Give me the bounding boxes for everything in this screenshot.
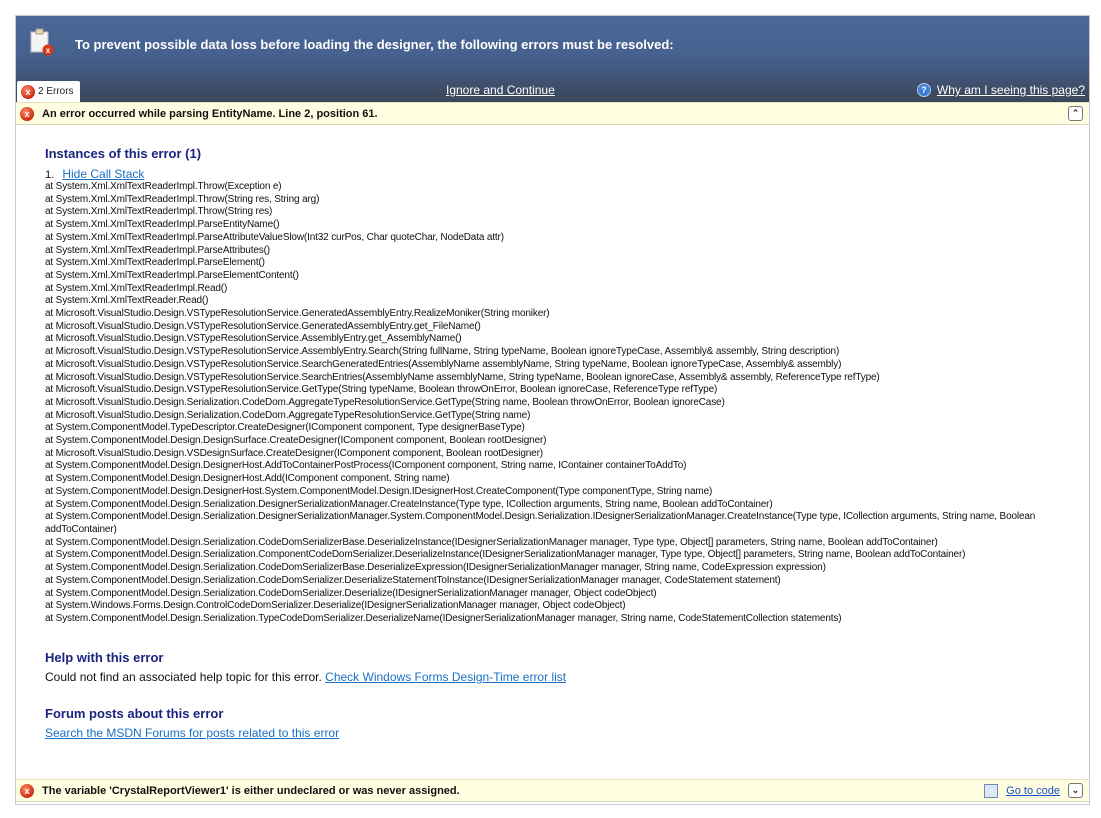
forum-heading: Forum posts about this error (45, 705, 224, 721)
stack-frame: at Microsoft.VisualStudio.Design.VSTypeR… (45, 320, 481, 332)
stack-frame: at System.ComponentModel.Design.Serializ… (45, 574, 781, 586)
stack-frame: at System.ComponentModel.Design.Designer… (45, 485, 713, 497)
stack-frame: at System.ComponentModel.TypeDescriptor.… (45, 422, 525, 434)
stack-frame: at System.Xml.XmlTextReaderImpl.Throw(St… (45, 193, 320, 205)
stack-frame: at Microsoft.VisualStudio.Design.Seriali… (45, 396, 725, 408)
stack-frame: at System.Xml.XmlTextReaderImpl.Throw(St… (45, 206, 273, 218)
hide-call-stack-link[interactable]: Hide Call Stack (62, 167, 144, 181)
call-stack: at System.Xml.XmlTextReaderImpl.Throw(Ex… (45, 181, 1055, 626)
stack-frame: at Microsoft.VisualStudio.Design.VSTypeR… (45, 358, 842, 370)
stack-frame: at Microsoft.VisualStudio.Design.VSTypeR… (45, 333, 462, 345)
stack-frame: at Microsoft.VisualStudio.Design.VSTypeR… (45, 384, 718, 396)
stack-frame: at System.ComponentModel.Design.Serializ… (45, 536, 938, 548)
help-text-line: Could not find an associated help topic … (45, 670, 1055, 684)
stack-frame: at System.Xml.XmlTextReaderImpl.ParseAtt… (45, 244, 270, 256)
error-panel: x To prevent possible data loss before l… (15, 15, 1090, 805)
stack-frame: at System.Xml.XmlTextReaderImpl.Throw(Ex… (45, 181, 282, 192)
header-banner: x To prevent possible data loss before l… (16, 16, 1089, 102)
help-icon: ? (916, 83, 931, 97)
stack-frame: at System.Xml.XmlTextReaderImpl.ParseAtt… (45, 231, 504, 243)
stack-frame: at System.ComponentModel.Design.Designer… (45, 460, 687, 472)
stack-frame: at System.ComponentModel.Design.Serializ… (45, 612, 842, 624)
stack-frame: at Microsoft.VisualStudio.Design.Seriali… (45, 409, 531, 421)
go-to-code-icon (984, 783, 999, 798)
stack-frame: at System.ComponentModel.Design.Designer… (45, 473, 450, 485)
stack-frame: at Microsoft.VisualStudio.Design.VSTypeR… (45, 346, 840, 358)
why-link[interactable]: Why am I seeing this page? (937, 83, 1085, 97)
stack-frame: at System.Xml.XmlTextReaderImpl.Read() (45, 282, 228, 294)
stack-frame: at System.Xml.XmlTextReader.Read() (45, 295, 209, 307)
error-message: The variable 'CrystalReportViewer1' is e… (42, 784, 460, 797)
error-icon: x (20, 783, 34, 798)
error-icon: x (21, 84, 35, 99)
instance-number: 1. (45, 169, 55, 181)
stack-frame: at System.Windows.Forms.Design.ControlCo… (45, 600, 626, 612)
stack-frame: at Microsoft.VisualStudio.Design.VSTypeR… (45, 308, 550, 320)
tab-errors-label: 2 Errors (38, 86, 74, 97)
tab-errors[interactable]: x 2 Errors (17, 81, 80, 102)
instance-item: 1. Hide Call Stack (45, 167, 1055, 181)
go-to-code-link[interactable]: Go to code (1006, 785, 1060, 797)
instances-heading: Instances of this error (1) (45, 146, 202, 161)
design-time-error-list-link[interactable]: Check Windows Forms Design-Time error li… (325, 670, 566, 684)
clipboard-error-icon: x (30, 28, 54, 56)
error-message: An error occurred while parsing EntityNa… (42, 107, 378, 120)
error-details: Instances of this error (1) 1. Hide Call … (45, 146, 1055, 740)
stack-frame: at System.ComponentModel.Design.Serializ… (45, 562, 826, 574)
error-bar-2[interactable]: x The variable 'CrystalReportViewer1' is… (16, 779, 1089, 802)
svg-text:x: x (46, 46, 51, 55)
header-title: To prevent possible data loss before loa… (75, 37, 674, 52)
stack-frame: at Microsoft.VisualStudio.Design.VSDesig… (45, 447, 543, 459)
collapse-icon[interactable]: ⌃ (1068, 106, 1083, 121)
why-link-group[interactable]: ? Why am I seeing this page? (916, 83, 1085, 97)
stack-frame: at System.ComponentModel.Design.Serializ… (45, 511, 1036, 535)
msdn-forums-link[interactable]: Search the MSDN Forums for posts related… (45, 726, 339, 740)
help-heading: Help with this error (45, 649, 164, 665)
error-bar-1[interactable]: x An error occurred while parsing Entity… (16, 102, 1089, 125)
expand-icon[interactable]: ⌄ (1068, 783, 1083, 798)
stack-frame: at System.ComponentModel.Design.Serializ… (45, 549, 966, 561)
stack-frame: at System.ComponentModel.Design.Serializ… (45, 498, 773, 510)
ignore-and-continue-link[interactable]: Ignore and Continue (446, 83, 555, 97)
stack-frame: at System.ComponentModel.Design.DesignSu… (45, 435, 547, 447)
stack-frame: at System.Xml.XmlTextReaderImpl.ParseEle… (45, 257, 265, 269)
help-text: Could not find an associated help topic … (45, 669, 322, 684)
stack-frame: at System.Xml.XmlTextReaderImpl.ParseEle… (45, 269, 299, 281)
error-icon: x (20, 106, 34, 121)
stack-frame: at Microsoft.VisualStudio.Design.VSTypeR… (45, 371, 880, 383)
stack-frame: at System.Xml.XmlTextReaderImpl.ParseEnt… (45, 219, 280, 231)
stack-frame: at System.ComponentModel.Design.Serializ… (45, 587, 657, 599)
